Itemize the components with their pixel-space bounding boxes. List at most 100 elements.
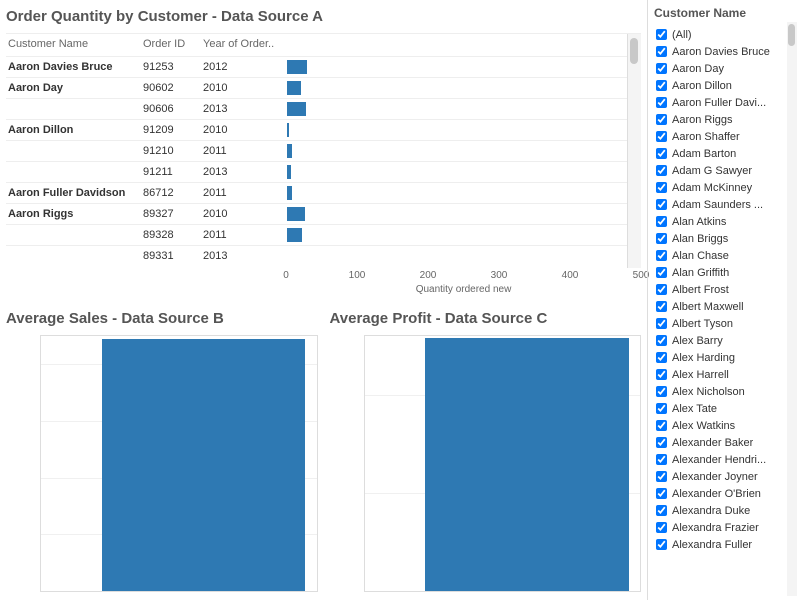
filter-checkbox[interactable] [656, 454, 667, 465]
filter-item[interactable]: Aaron Davies Bruce [654, 43, 799, 60]
filter-item[interactable]: Aaron Dillon [654, 77, 799, 94]
table-cell-year[interactable]: 2010 [201, 77, 286, 98]
filter-item[interactable]: Aaron Fuller Davi... [654, 94, 799, 111]
table-cell-customer[interactable]: Aaron Dillon [6, 119, 141, 140]
table-cell-customer[interactable] [6, 161, 141, 182]
table-bar[interactable] [286, 119, 627, 140]
col-header-order[interactable]: Order ID [141, 34, 201, 56]
filter-checkbox[interactable] [656, 335, 667, 346]
table-cell-year[interactable]: 2013 [201, 98, 286, 119]
filter-item[interactable]: Alex Tate [654, 400, 799, 417]
table-bar[interactable] [286, 182, 627, 203]
filter-checkbox[interactable] [656, 522, 667, 533]
filter-item[interactable]: Alan Chase [654, 247, 799, 264]
col-header-customer[interactable]: Customer Name [6, 34, 141, 56]
filter-item[interactable]: Aaron Day [654, 60, 799, 77]
filter-checkbox[interactable] [656, 318, 667, 329]
filter-item[interactable]: Adam Barton [654, 145, 799, 162]
table-bar[interactable] [286, 56, 627, 77]
col-header-year[interactable]: Year of Order.. [201, 34, 286, 56]
table-cell-year[interactable]: 2011 [201, 182, 286, 203]
filter-item[interactable]: Alexander Hendri... [654, 451, 799, 468]
filter-item[interactable]: Adam G Sawyer [654, 162, 799, 179]
filter-checkbox[interactable] [656, 505, 667, 516]
table-cell-year[interactable]: 2011 [201, 140, 286, 161]
filter-item[interactable]: Aaron Shaffer [654, 128, 799, 145]
table-cell-order[interactable]: 86712 [141, 182, 201, 203]
filter-item[interactable]: Alexander O'Brien [654, 485, 799, 502]
table-bar[interactable] [286, 224, 627, 245]
filter-item[interactable]: Alex Watkins [654, 417, 799, 434]
table-cell-year[interactable]: 2013 [201, 161, 286, 182]
filter-checkbox[interactable] [656, 148, 667, 159]
table-cell-order[interactable]: 89327 [141, 203, 201, 224]
table-cell-order[interactable]: 89328 [141, 224, 201, 245]
filter-checkbox[interactable] [656, 29, 667, 40]
filter-checkbox[interactable] [656, 539, 667, 550]
table-cell-year[interactable]: 2010 [201, 203, 286, 224]
chart-bar[interactable] [102, 339, 306, 591]
filter-checkbox[interactable] [656, 301, 667, 312]
filter-checkbox[interactable] [656, 80, 667, 91]
filter-checkbox[interactable] [656, 250, 667, 261]
filter-checkbox[interactable] [656, 165, 667, 176]
table-cell-order[interactable]: 90606 [141, 98, 201, 119]
filter-checkbox[interactable] [656, 114, 667, 125]
filter-checkbox[interactable] [656, 386, 667, 397]
filter-item[interactable]: Alan Atkins [654, 213, 799, 230]
filter-item[interactable]: Alan Briggs [654, 230, 799, 247]
table-cell-year[interactable]: 2010 [201, 119, 286, 140]
table-cell-customer[interactable]: Aaron Davies Bruce [6, 56, 141, 77]
filter-item[interactable]: Alex Harrell [654, 366, 799, 383]
filter-item[interactable]: Aaron Riggs [654, 111, 799, 128]
filter-item[interactable]: Alex Harding [654, 349, 799, 366]
filter-checkbox[interactable] [656, 97, 667, 108]
table-bar[interactable] [286, 98, 627, 119]
filter-checkbox[interactable] [656, 403, 667, 414]
table-bar[interactable] [286, 203, 627, 224]
filter-checkbox[interactable] [656, 182, 667, 193]
table-scrollbar[interactable] [627, 34, 641, 268]
filter-item[interactable]: Adam McKinney [654, 179, 799, 196]
chart-bar[interactable] [425, 338, 629, 591]
filter-item[interactable]: Alexandra Fuller [654, 536, 799, 553]
filter-checkbox[interactable] [656, 369, 667, 380]
table-cell-order[interactable]: 89331 [141, 245, 201, 266]
table-cell-customer[interactable] [6, 224, 141, 245]
filter-item[interactable]: Albert Maxwell [654, 298, 799, 315]
table-cell-customer[interactable]: Aaron Riggs [6, 203, 141, 224]
table-cell-order[interactable]: 90602 [141, 77, 201, 98]
table-cell-customer[interactable] [6, 245, 141, 266]
table-cell-year[interactable]: 2012 [201, 56, 286, 77]
table-cell-order[interactable]: 91253 [141, 56, 201, 77]
filter-checkbox[interactable] [656, 216, 667, 227]
filter-item[interactable]: Alexander Joyner [654, 468, 799, 485]
filter-checkbox[interactable] [656, 46, 667, 57]
table-bar[interactable] [286, 161, 627, 182]
filter-checkbox[interactable] [656, 471, 667, 482]
filter-item[interactable]: Alexander Baker [654, 434, 799, 451]
table-cell-customer[interactable] [6, 98, 141, 119]
filter-item[interactable]: (All) [654, 26, 799, 43]
filter-item[interactable]: Alex Barry [654, 332, 799, 349]
filter-checkbox[interactable] [656, 437, 667, 448]
filter-item[interactable]: Alan Griffith [654, 264, 799, 281]
filter-checkbox[interactable] [656, 63, 667, 74]
filter-checkbox[interactable] [656, 284, 667, 295]
table-bar[interactable] [286, 77, 627, 98]
table-cell-customer[interactable] [6, 140, 141, 161]
filter-checkbox[interactable] [656, 352, 667, 363]
filter-checkbox[interactable] [656, 131, 667, 142]
filter-checkbox[interactable] [656, 267, 667, 278]
table-cell-order[interactable]: 91210 [141, 140, 201, 161]
table-bar[interactable] [286, 245, 627, 266]
table-cell-order[interactable]: 91211 [141, 161, 201, 182]
table-cell-customer[interactable]: Aaron Fuller Davidson [6, 182, 141, 203]
table-cell-year[interactable]: 2011 [201, 224, 286, 245]
filter-item[interactable]: Alexandra Duke [654, 502, 799, 519]
filter-scrollbar[interactable] [787, 22, 797, 596]
filter-item[interactable]: Albert Tyson [654, 315, 799, 332]
table-cell-customer[interactable]: Aaron Day [6, 77, 141, 98]
filter-item[interactable]: Albert Frost [654, 281, 799, 298]
filter-checkbox[interactable] [656, 488, 667, 499]
